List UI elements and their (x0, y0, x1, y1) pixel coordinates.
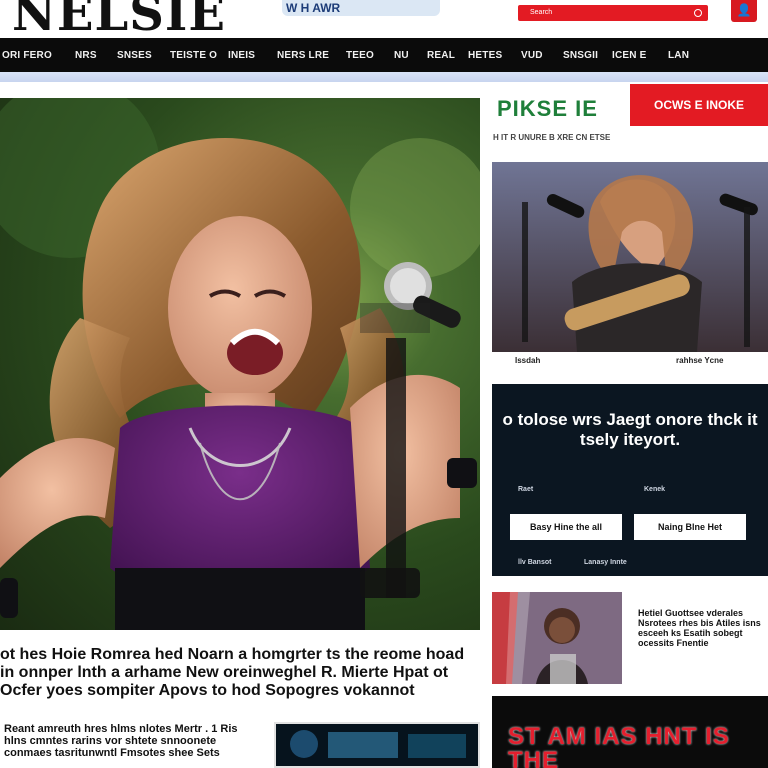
nav-item[interactable]: INEIS (228, 50, 255, 61)
promo-button-left[interactable]: Basy Hine the all (510, 514, 622, 540)
nav-item[interactable]: SNSGII (563, 50, 598, 61)
logo-badge: W H AWR (282, 0, 440, 16)
story-headline[interactable]: Hetiel Guottsee vderales Nsrotees rhes b… (638, 608, 768, 648)
promo-foot-left: llv Bansot (518, 559, 552, 566)
nav-item[interactable]: HETES (468, 50, 502, 61)
promo-foot-right: Lanasy Innte (584, 559, 627, 566)
search-input[interactable]: Search (518, 5, 708, 21)
guitarist-illustration (492, 162, 768, 352)
nav-item[interactable]: NRS (75, 50, 97, 61)
nav-item[interactable]: NU (394, 50, 409, 61)
nav-item[interactable]: SNSES (117, 50, 152, 61)
headline[interactable]: ot hes Hoie Romrea hed Noarn a homgrter … (0, 646, 470, 700)
card-caption-right: rahhse Ycne (676, 356, 724, 365)
promo-button-right[interactable]: Naing Blne Het (634, 514, 746, 540)
promo-label-right: Kenek (644, 486, 666, 493)
bottom-banner[interactable]: ST AM IAS HNT IS THE (492, 696, 768, 768)
nav-rule (0, 72, 768, 82)
article-summary[interactable]: Reant amreuth hres hlms nlotes Mertr . 1… (4, 723, 262, 759)
nav-item[interactable]: TEEO (346, 50, 374, 61)
search-placeholder: Search (530, 9, 553, 16)
site-header: NELSIE W H AWR Search 👤 (0, 0, 768, 42)
speaker-illustration (492, 592, 622, 684)
main-nav: ORI FERO NRS SNSES TEISTE O INEIS NERS L… (0, 38, 768, 72)
nav-item[interactable]: ICEN E (612, 50, 647, 61)
rail-title: PIKSE IE (497, 96, 598, 121)
search-icon (694, 9, 702, 17)
nav-item[interactable]: TEISTE O (170, 50, 217, 61)
banner-text: ST AM IAS HNT IS THE (508, 723, 730, 768)
nav-item[interactable]: REAL (427, 50, 455, 61)
rail-cta-button[interactable]: OCWS E INOKE (630, 84, 768, 126)
nav-item[interactable]: LAN (668, 50, 689, 61)
user-icon: 👤 (736, 3, 752, 17)
nav-item[interactable]: NERS LRE (277, 50, 329, 61)
site-logo[interactable]: NELSIE (12, 0, 226, 42)
user-button[interactable]: 👤 (731, 0, 757, 22)
hero-image[interactable] (0, 98, 480, 630)
rail-subtitle: H IT R UNURE B XRE CN ETSE (493, 133, 611, 142)
story-thumbnail[interactable] (492, 592, 622, 684)
thumbnail-illustration (276, 724, 478, 766)
promo-title: o tolose wrs Jaegt onore thck it tsely i… (502, 410, 758, 449)
singer-illustration (0, 98, 480, 630)
promo-label-left: Raet (518, 486, 534, 493)
card-caption-left: Issdah (515, 356, 541, 365)
promo-box: o tolose wrs Jaegt onore thck it tsely i… (492, 384, 768, 576)
featured-card[interactable] (492, 162, 768, 352)
nav-item[interactable]: ORI FERO (2, 50, 52, 61)
video-thumbnail[interactable] (274, 722, 480, 768)
nav-item[interactable]: VUD (521, 50, 543, 61)
